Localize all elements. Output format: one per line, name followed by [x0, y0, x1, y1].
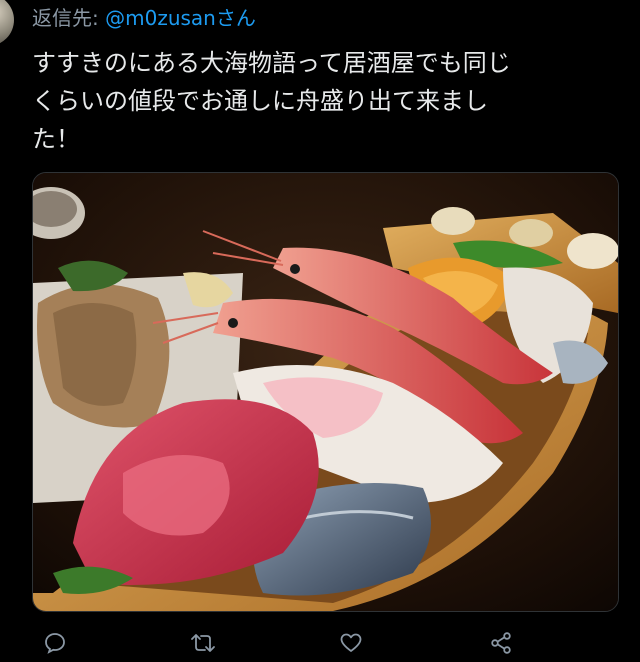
reply-context: 返信先: @m0zusanさん [32, 4, 256, 32]
share-icon [489, 631, 513, 655]
tweet-text: すすきのにある大海物語って居酒屋でも同じ くらいの値段でお通しに舟盛り出て来まし… [32, 44, 622, 158]
avatar[interactable] [0, 0, 14, 46]
share-button[interactable] [486, 628, 516, 658]
like-button[interactable] [336, 628, 366, 658]
reply-handle-link[interactable]: @m0zusanさん [105, 6, 256, 30]
tweet-photo[interactable] [32, 172, 619, 612]
reply-icon [43, 631, 67, 655]
tweet-text-line: た！ [32, 125, 80, 153]
tweet-text-line: くらいの値段でお通しに舟盛り出て来まし [32, 87, 488, 115]
retweet-icon [190, 631, 216, 655]
tweet-text-line: すすきのにある大海物語って居酒屋でも同じ [32, 49, 511, 77]
sashimi-boat-photo [33, 173, 618, 611]
heart-icon [339, 631, 363, 655]
tweet-actions [0, 624, 640, 662]
reply-prefix: 返信先: [32, 6, 106, 30]
reply-button[interactable] [40, 628, 70, 658]
retweet-button[interactable] [188, 628, 218, 658]
